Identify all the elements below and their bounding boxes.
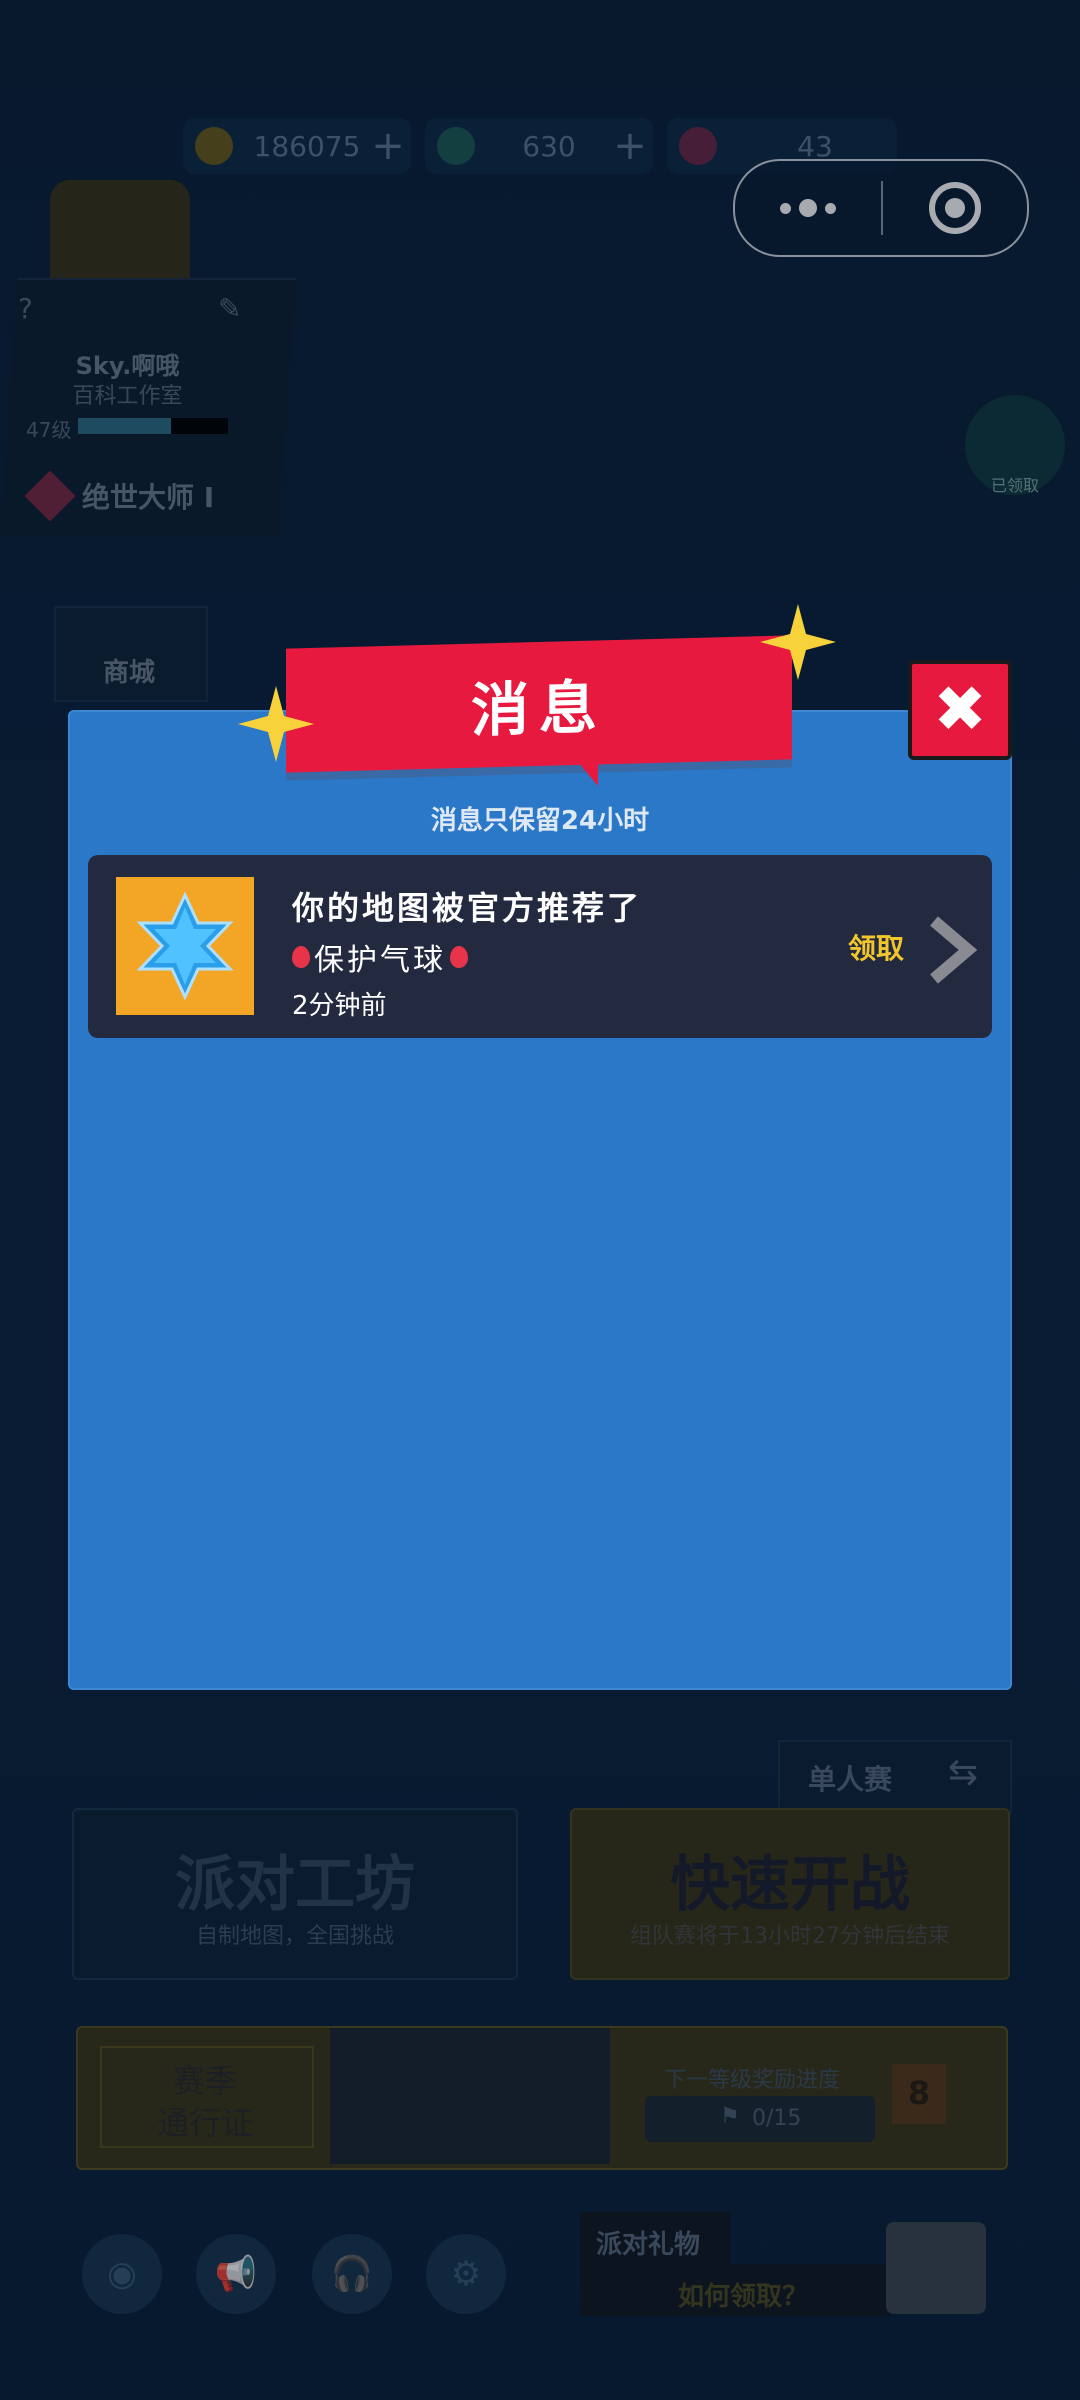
dialog-title-banner: 消息 [286,635,792,773]
message-subtitle: 保护气球 [292,935,468,979]
balloon-icon [292,946,310,968]
close-button[interactable]: ✖ [908,660,1012,760]
chevron-right-icon[interactable] [924,915,980,985]
balloon-icon [450,946,468,968]
dialog-title: 消息 [470,673,607,745]
crystal-star-icon [136,891,234,1001]
sparkle-icon [760,604,836,680]
message-title: 你的地图被官方推荐了 [292,889,643,927]
claim-button[interactable]: 领取 [848,927,904,967]
close-icon: ✖ [933,673,987,747]
banner-tail [578,762,598,786]
message-thumbnail [116,877,254,1015]
message-subtitle-text: 保护气球 [314,943,446,978]
sparkle-icon [238,686,314,762]
dialog-subtitle: 消息只保留24小时 [430,806,650,836]
message-time: 2分钟前 [292,991,387,1021]
message-item[interactable]: 你的地图被官方推荐了 保护气球 2分钟前 领取 [88,855,992,1038]
